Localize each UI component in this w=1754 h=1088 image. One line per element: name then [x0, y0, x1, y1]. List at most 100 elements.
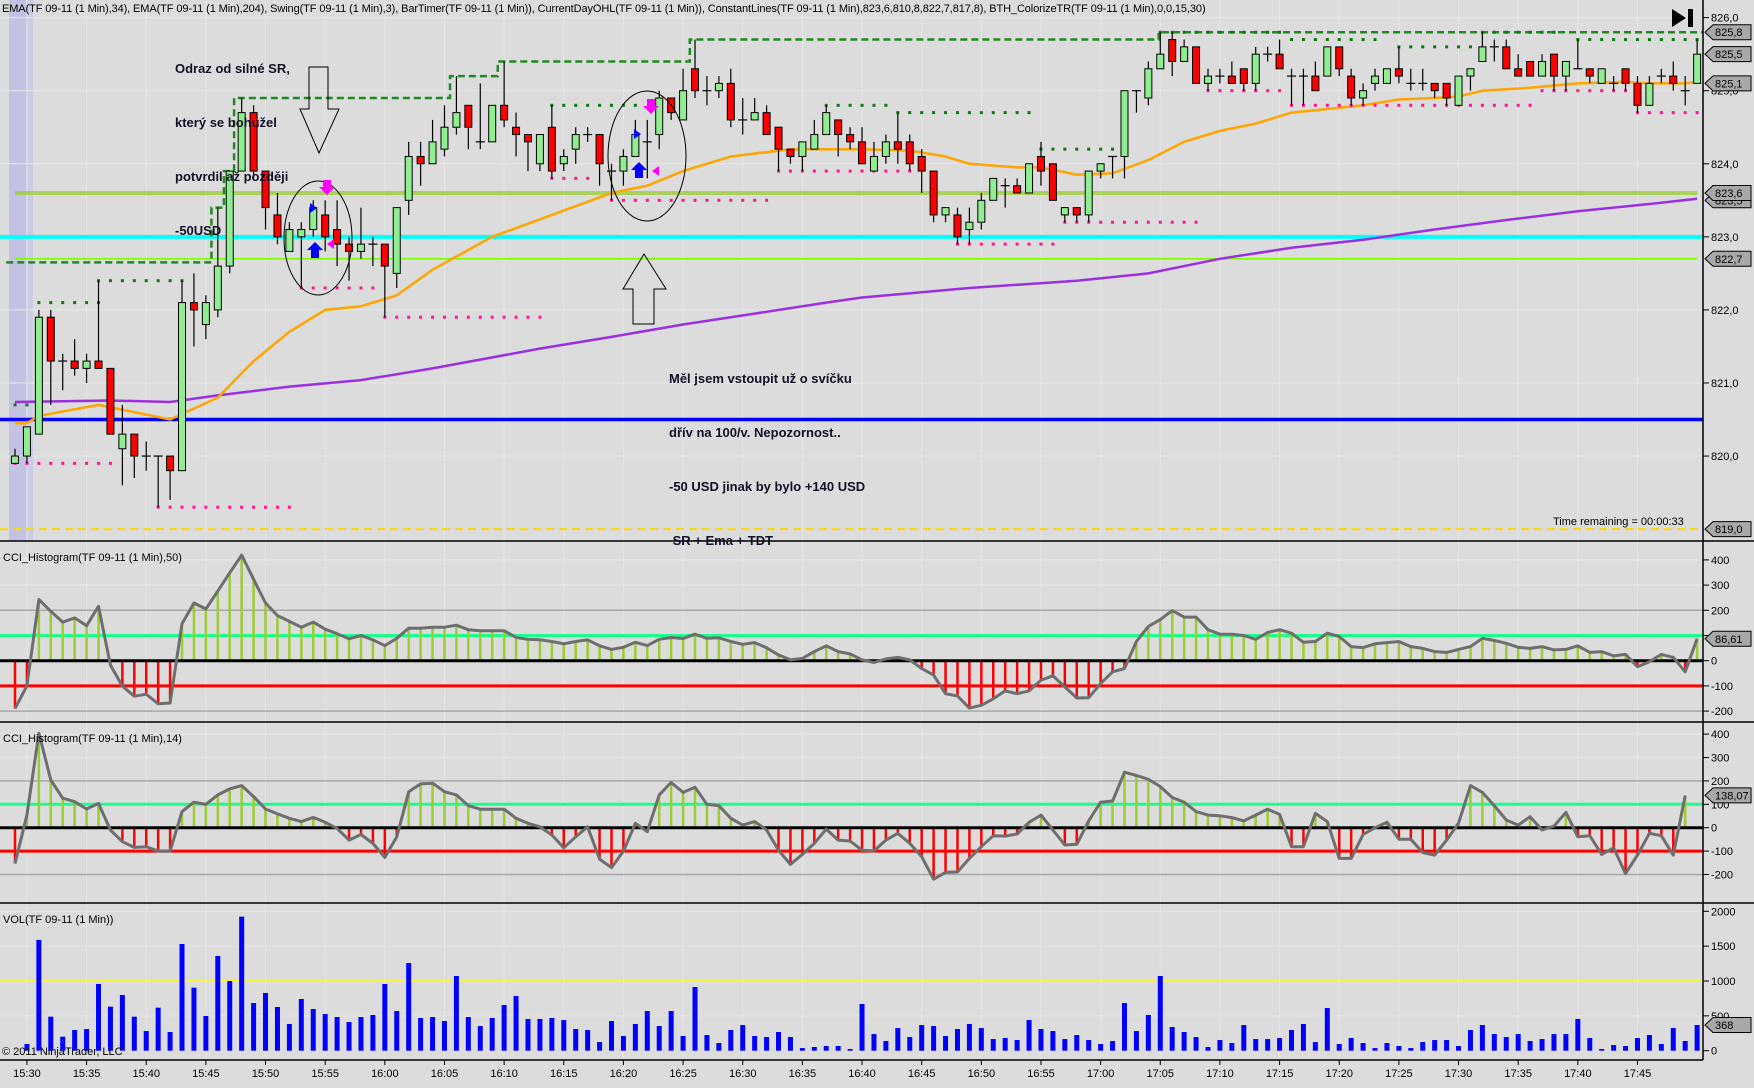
volume-bar[interactable]	[668, 1011, 674, 1051]
volume-bar[interactable]	[1646, 1035, 1652, 1051]
volume-bar[interactable]	[1456, 1046, 1462, 1051]
volume-bar[interactable]	[36, 939, 42, 1051]
volume-bar[interactable]	[239, 916, 245, 1051]
volume-bar[interactable]	[310, 1009, 316, 1051]
volume-bar[interactable]	[859, 1004, 865, 1051]
volume-bar[interactable]	[1002, 1038, 1008, 1051]
volume-bar[interactable]	[263, 992, 269, 1051]
volume-bar[interactable]	[1444, 1040, 1450, 1051]
volume-bar[interactable]	[501, 1004, 507, 1051]
volume-bar[interactable]	[334, 1017, 340, 1051]
volume-bar[interactable]	[764, 1037, 770, 1051]
volume-bar[interactable]	[1014, 1040, 1020, 1051]
candle[interactable]	[1025, 163, 1034, 194]
volume-bar[interactable]	[1432, 1040, 1438, 1051]
volume-bar[interactable]	[1634, 1038, 1640, 1051]
volume-bar[interactable]	[1682, 1041, 1688, 1051]
volume-bar[interactable]	[871, 1034, 877, 1051]
volume-bar[interactable]	[119, 995, 125, 1051]
volume-bar[interactable]	[1384, 1043, 1390, 1051]
volume-bar[interactable]	[1563, 1034, 1569, 1051]
volume-bar[interactable]	[525, 1018, 531, 1051]
volume-bar[interactable]	[430, 1017, 436, 1051]
volume-bar[interactable]	[1658, 1044, 1664, 1051]
volume-bar[interactable]	[179, 943, 185, 1051]
candle[interactable]	[178, 280, 187, 472]
volume-bar[interactable]	[931, 1026, 937, 1051]
volume-bar[interactable]	[1670, 1028, 1676, 1051]
candle[interactable]	[989, 177, 998, 201]
volume-bar[interactable]	[943, 1035, 949, 1051]
volume-bar[interactable]	[1121, 1003, 1127, 1051]
volume-bar[interactable]	[1623, 1046, 1629, 1051]
volume-bar[interactable]	[799, 1048, 805, 1051]
volume-bar[interactable]	[1229, 1043, 1235, 1051]
volume-bar[interactable]	[286, 1024, 292, 1051]
candle[interactable]	[1192, 46, 1201, 84]
volume-bar[interactable]	[1181, 1032, 1187, 1051]
candle[interactable]	[929, 170, 938, 223]
volume-bar[interactable]	[1336, 1044, 1342, 1051]
volume-bar[interactable]	[776, 1032, 782, 1051]
volume-bar[interactable]	[1420, 1042, 1426, 1051]
volume-bar[interactable]	[1277, 1038, 1283, 1051]
volume-bar[interactable]	[1110, 1041, 1116, 1051]
volume-bar[interactable]	[620, 1035, 626, 1051]
volume-bar[interactable]	[191, 987, 197, 1051]
volume-bar[interactable]	[835, 1046, 841, 1051]
candle[interactable]	[1048, 163, 1057, 201]
volume-bar[interactable]	[644, 1011, 650, 1051]
volume-bar[interactable]	[203, 1015, 209, 1051]
volume-bar[interactable]	[1050, 1031, 1056, 1051]
volume-bar[interactable]	[1074, 1035, 1080, 1051]
volume-bar[interactable]	[1265, 1039, 1271, 1051]
volume-bar[interactable]	[966, 1024, 972, 1051]
volume-bar[interactable]	[406, 963, 412, 1051]
volume-bar[interactable]	[1157, 975, 1163, 1051]
candle[interactable]	[1382, 68, 1391, 84]
volume-bar[interactable]	[1241, 1025, 1247, 1051]
volume-bar[interactable]	[1098, 1044, 1104, 1051]
volume-bar[interactable]	[907, 1037, 913, 1051]
volume-bar[interactable]	[1312, 1042, 1318, 1051]
volume-bar[interactable]	[883, 1041, 889, 1051]
volume-bar[interactable]	[1086, 1040, 1092, 1051]
volume-bar[interactable]	[585, 1029, 591, 1051]
candle[interactable]	[34, 309, 43, 435]
volume-bar[interactable]	[1587, 1038, 1593, 1051]
candle[interactable]	[1323, 46, 1332, 77]
volume-bar[interactable]	[1396, 1046, 1402, 1051]
volume-bar[interactable]	[1372, 1048, 1378, 1051]
volume-bar[interactable]	[561, 1020, 567, 1051]
volume-bar[interactable]	[441, 1021, 447, 1051]
volume-bar[interactable]	[680, 1035, 686, 1051]
volume-bar[interactable]	[107, 1006, 113, 1051]
volume-bar[interactable]	[322, 1014, 328, 1051]
volume-bar[interactable]	[752, 1035, 758, 1051]
volume-bar[interactable]	[1491, 1034, 1497, 1051]
volume-bar[interactable]	[1038, 1029, 1044, 1051]
volume-bar[interactable]	[96, 983, 102, 1051]
volume-bar[interactable]	[632, 1024, 638, 1051]
annotation-note-1[interactable]: Odraz od silné SR, který se bohužel potv…	[175, 24, 290, 276]
volume-bar[interactable]	[1169, 1027, 1175, 1051]
volume-bar[interactable]	[1324, 1008, 1330, 1051]
volume-bar[interactable]	[1467, 1029, 1473, 1051]
volume-bar[interactable]	[274, 1006, 280, 1051]
volume-bar[interactable]	[1408, 1048, 1414, 1051]
volume-bar[interactable]	[453, 975, 459, 1051]
volume-bar[interactable]	[1193, 1037, 1199, 1051]
candle[interactable]	[488, 104, 497, 143]
volume-bar[interactable]	[1348, 1038, 1354, 1051]
volume-bar[interactable]	[847, 1049, 853, 1051]
volume-bar[interactable]	[167, 1032, 173, 1051]
volume-bar[interactable]	[728, 1029, 734, 1051]
volume-bar[interactable]	[1551, 1034, 1557, 1051]
volume-bar[interactable]	[1694, 1025, 1700, 1051]
volume-bar[interactable]	[954, 1029, 960, 1051]
volume-bar[interactable]	[573, 1029, 579, 1051]
volume-bar[interactable]	[382, 983, 388, 1051]
volume-bar[interactable]	[1026, 1020, 1032, 1051]
volume-bar[interactable]	[1289, 1029, 1295, 1051]
volume-bar[interactable]	[227, 981, 233, 1051]
